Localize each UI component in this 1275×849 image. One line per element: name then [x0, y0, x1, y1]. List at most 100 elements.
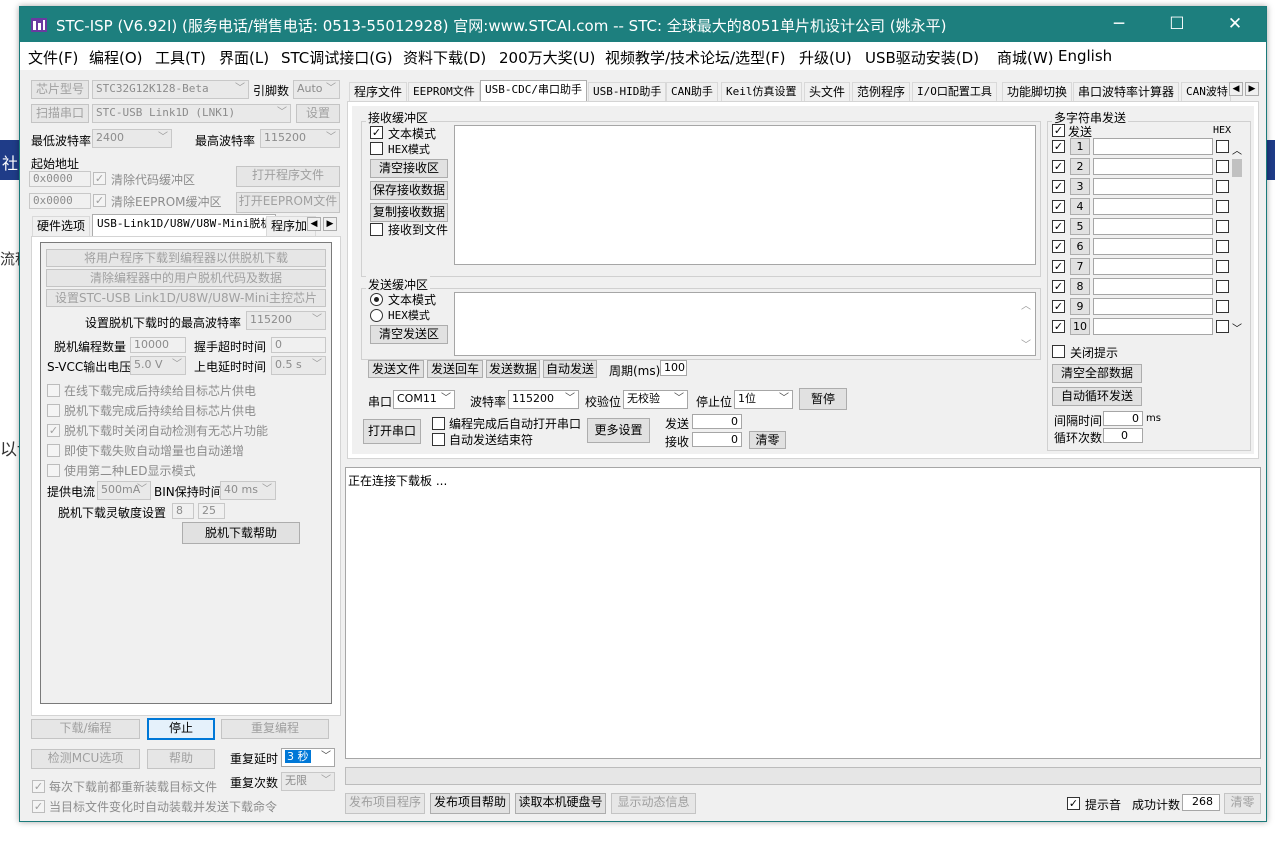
multi-row-hex-checkbox[interactable]: [1216, 220, 1229, 233]
multi-row-hex-checkbox[interactable]: [1216, 260, 1229, 273]
min-baud-select[interactable]: 2400 ﹀: [92, 129, 172, 148]
multi-scrollbar-thumb[interactable]: [1232, 159, 1242, 177]
auto-loop-send-button[interactable]: 自动循环发送: [1052, 387, 1142, 406]
multi-row-send-button[interactable]: 3: [1070, 178, 1090, 195]
multi-row-input[interactable]: [1093, 198, 1213, 215]
send-enter-button[interactable]: 发送回车: [427, 360, 483, 378]
maximize-button[interactable]: ☐: [1148, 7, 1206, 42]
tab-scroll-left-icon[interactable]: ◀: [307, 217, 321, 231]
period-input[interactable]: 100: [660, 360, 687, 376]
tab-scroll-right-icon[interactable]: ▶: [1245, 82, 1259, 96]
tab-scroll-right-icon[interactable]: ▶: [323, 217, 337, 231]
power-delay-select[interactable]: 0.5 s ﹀: [271, 356, 326, 375]
clear-success-button[interactable]: 清零: [1224, 793, 1261, 814]
auto-increment-checkbox[interactable]: [47, 444, 60, 457]
multi-row-send-checkbox[interactable]: ✓: [1052, 160, 1065, 173]
scroll-down-icon[interactable]: ﹀: [1232, 320, 1242, 335]
multi-row-send-checkbox[interactable]: ✓: [1052, 140, 1065, 153]
interval-input[interactable]: 0: [1103, 411, 1143, 426]
eeprom-address-input[interactable]: 0x0000: [29, 193, 91, 209]
multi-row-input[interactable]: [1093, 218, 1213, 235]
clear-all-data-button[interactable]: 清空全部数据: [1052, 364, 1142, 383]
code-address-input[interactable]: 0x0000: [29, 171, 91, 187]
handshake-timeout-input[interactable]: 0: [271, 337, 326, 353]
multi-row-input[interactable]: [1093, 298, 1213, 315]
open-eeprom-file-button[interactable]: 打开EEPROM文件: [236, 192, 340, 213]
recv-text-mode-checkbox[interactable]: ✓: [370, 126, 383, 139]
multi-row-input[interactable]: [1093, 138, 1213, 155]
send-textarea[interactable]: ︿ ﹀: [454, 292, 1036, 356]
multi-row-send-checkbox[interactable]: ✓: [1052, 240, 1065, 253]
detect-mcu-button[interactable]: 检测MCU选项: [31, 749, 140, 769]
baud-select[interactable]: 115200 ﹀: [508, 390, 579, 409]
menu-mall[interactable]: 商城(W): [997, 47, 1054, 68]
multi-row-hex-checkbox[interactable]: [1216, 280, 1229, 293]
scroll-up-icon[interactable]: ︿: [1232, 142, 1242, 157]
repeat-delay-select[interactable]: 3 秒 ﹀: [281, 748, 335, 767]
log-output[interactable]: 正在连接下载板 ...: [345, 467, 1261, 759]
read-disk-id-button[interactable]: 读取本机硬盘号: [515, 793, 606, 814]
multi-row-send-checkbox[interactable]: ✓: [1052, 200, 1065, 213]
multi-row-send-checkbox[interactable]: ✓: [1052, 220, 1065, 233]
scan-port-button[interactable]: 扫描串口: [31, 104, 89, 123]
multi-row-input[interactable]: [1093, 238, 1213, 255]
clear-receive-button[interactable]: 清空接收区: [370, 159, 448, 178]
menu-program[interactable]: 编程(O): [89, 47, 143, 68]
help-button[interactable]: 帮助: [147, 749, 215, 769]
menu-file[interactable]: 文件(F): [28, 47, 78, 68]
clear-eeprom-checkbox[interactable]: ✓: [93, 194, 106, 207]
multi-row-send-checkbox[interactable]: ✓: [1052, 320, 1065, 333]
tab-examples[interactable]: 范例程序: [852, 82, 911, 102]
chip-model-select[interactable]: STC32G12K128-Beta ﹀: [92, 80, 249, 99]
tab-pin-switch[interactable]: 功能脚切换: [1002, 82, 1073, 102]
minimize-button[interactable]: ─: [1090, 7, 1148, 42]
chip-model-button[interactable]: 芯片型号: [31, 80, 89, 99]
multi-row-send-checkbox[interactable]: ✓: [1052, 300, 1065, 313]
multi-row-hex-checkbox[interactable]: [1216, 300, 1229, 313]
menu-prize[interactable]: 200万大奖(U): [499, 47, 595, 68]
max-baud-select[interactable]: 115200 ﹀: [260, 129, 340, 148]
loop-count-input[interactable]: 0: [1103, 428, 1143, 443]
offline-max-baud-select[interactable]: 115200 ﹀: [246, 311, 326, 330]
multi-row-send-button[interactable]: 2: [1070, 158, 1090, 175]
more-settings-button[interactable]: 更多设置: [587, 418, 650, 443]
close-button[interactable]: ✕: [1206, 7, 1264, 42]
multi-row-hex-checkbox[interactable]: [1216, 160, 1229, 173]
tab-usb-link-offline[interactable]: USB-Link1D/U8W/U8W-Mini脱机: [92, 214, 277, 236]
open-program-file-button[interactable]: 打开程序文件: [236, 166, 340, 187]
scroll-up-icon[interactable]: ︿: [1021, 297, 1031, 312]
multi-row-input[interactable]: [1093, 178, 1213, 195]
reload-before-download-checkbox[interactable]: ✓: [32, 780, 45, 793]
online-power-checkbox[interactable]: [47, 384, 60, 397]
multi-row-hex-checkbox[interactable]: [1216, 200, 1229, 213]
tab-can-baud[interactable]: CAN波特: [1181, 82, 1231, 102]
tab-can[interactable]: CAN助手: [666, 82, 718, 102]
pin-count-select[interactable]: Auto ﹀: [293, 80, 340, 99]
bin-hold-select[interactable]: 40 ms ﹀: [220, 481, 276, 500]
download-program-button[interactable]: 下载/编程: [31, 719, 140, 739]
multi-row-send-checkbox[interactable]: ✓: [1052, 260, 1065, 273]
tab-hardware-options[interactable]: 硬件选项: [32, 216, 91, 236]
menu-usb-driver[interactable]: USB驱动安装(D): [865, 47, 979, 68]
multi-row-input[interactable]: [1093, 258, 1213, 275]
menu-video[interactable]: 视频教学/技术论坛/选型(F): [605, 47, 785, 68]
multi-row-input[interactable]: [1093, 318, 1213, 335]
menu-interface[interactable]: 界面(L): [219, 47, 269, 68]
receive-textarea[interactable]: [454, 125, 1036, 265]
copy-receive-button[interactable]: 复制接收数据: [370, 203, 448, 222]
multi-row-send-button[interactable]: 10: [1070, 318, 1090, 335]
pause-button[interactable]: 暂停: [799, 388, 847, 410]
multi-row-send-button[interactable]: 6: [1070, 238, 1090, 255]
publish-project-button[interactable]: 发布项目程序: [345, 793, 425, 814]
multi-row-input[interactable]: [1093, 158, 1213, 175]
show-dynamic-info-button[interactable]: 显示动态信息: [611, 793, 696, 814]
close-hint-checkbox[interactable]: [1052, 345, 1065, 358]
send-text-mode-radio[interactable]: [370, 293, 383, 306]
tab-scroll-left-icon[interactable]: ◀: [1229, 82, 1243, 96]
tab-io-config[interactable]: I/O口配置工具: [912, 82, 997, 102]
offline-count-input[interactable]: 10000: [130, 337, 186, 353]
multi-row-send-checkbox[interactable]: ✓: [1052, 180, 1065, 193]
multi-row-hex-checkbox[interactable]: [1216, 140, 1229, 153]
menu-english[interactable]: English: [1058, 47, 1112, 65]
auto-send-on-change-checkbox[interactable]: ✓: [32, 800, 45, 813]
